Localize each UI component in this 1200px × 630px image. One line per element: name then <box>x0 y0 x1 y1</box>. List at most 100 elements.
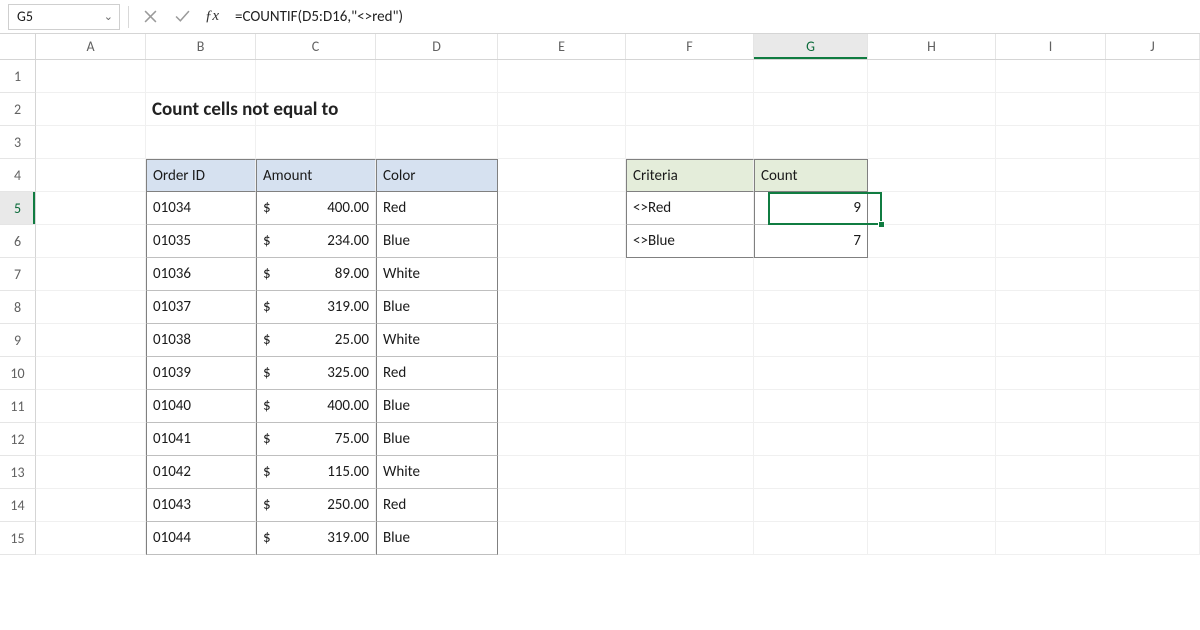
formula-input[interactable]: =COUNTIF(D5:D16,"<>red") <box>229 4 1192 30</box>
cell[interactable] <box>996 324 1106 357</box>
row-header-4[interactable]: 4 <box>0 159 36 192</box>
cell[interactable] <box>1106 225 1200 258</box>
cell[interactable] <box>868 159 996 192</box>
cell[interactable] <box>498 93 626 126</box>
table-cell-amount[interactable]: $319.00 <box>256 291 376 324</box>
select-all-corner[interactable] <box>0 34 36 59</box>
cell[interactable] <box>868 489 996 522</box>
name-box[interactable]: G5 ⌄ <box>8 4 120 30</box>
cell[interactable] <box>1106 93 1200 126</box>
fill-handle[interactable] <box>878 221 885 228</box>
table-cell-order[interactable]: 01035 <box>146 225 256 258</box>
cell[interactable] <box>754 489 868 522</box>
cell[interactable] <box>996 258 1106 291</box>
cell[interactable] <box>626 324 754 357</box>
cell[interactable] <box>376 93 498 126</box>
cell[interactable] <box>36 423 146 456</box>
cell[interactable] <box>868 357 996 390</box>
row-header-6[interactable]: 6 <box>0 225 36 258</box>
table-cell-color[interactable]: White <box>376 258 498 291</box>
page-title[interactable]: Count cells not equal to <box>146 93 256 126</box>
cell[interactable] <box>626 60 754 93</box>
cell[interactable] <box>1106 522 1200 555</box>
col-header-F[interactable]: F <box>626 34 754 59</box>
cell[interactable] <box>626 456 754 489</box>
cell[interactable] <box>626 126 754 159</box>
table-cell-amount[interactable]: $25.00 <box>256 324 376 357</box>
cell[interactable] <box>996 192 1106 225</box>
cell[interactable] <box>1106 456 1200 489</box>
cell[interactable] <box>996 357 1106 390</box>
cell[interactable] <box>754 456 868 489</box>
row-header-14[interactable]: 14 <box>0 489 36 522</box>
col-header-D[interactable]: D <box>376 34 498 59</box>
cell[interactable] <box>146 60 256 93</box>
cell[interactable] <box>36 192 146 225</box>
cell[interactable] <box>1106 489 1200 522</box>
cell[interactable] <box>868 456 996 489</box>
cell[interactable] <box>1106 126 1200 159</box>
table-cell-color[interactable]: Red <box>376 357 498 390</box>
row-header-5[interactable]: 5 <box>0 192 36 225</box>
cell[interactable] <box>498 60 626 93</box>
cell[interactable] <box>1106 60 1200 93</box>
table-cell-order[interactable]: 01041 <box>146 423 256 456</box>
cell[interactable] <box>36 60 146 93</box>
cell[interactable] <box>754 522 868 555</box>
col-header-G[interactable]: G <box>754 34 868 59</box>
table-cell-amount[interactable]: $319.00 <box>256 522 376 555</box>
cell[interactable] <box>256 126 376 159</box>
cell[interactable] <box>626 423 754 456</box>
table-cell-amount[interactable]: $115.00 <box>256 456 376 489</box>
cell[interactable] <box>1106 390 1200 423</box>
cell[interactable] <box>498 126 626 159</box>
cell[interactable] <box>754 126 868 159</box>
cell[interactable] <box>754 423 868 456</box>
table-cell-order[interactable]: 01039 <box>146 357 256 390</box>
table-cell-order[interactable]: 01042 <box>146 456 256 489</box>
cell[interactable] <box>868 126 996 159</box>
row-header-2[interactable]: 2 <box>0 93 36 126</box>
chevron-down-icon[interactable]: ⌄ <box>104 10 113 23</box>
cell[interactable] <box>626 258 754 291</box>
cell[interactable] <box>498 423 626 456</box>
table-cell-order[interactable]: 01037 <box>146 291 256 324</box>
cell[interactable] <box>996 390 1106 423</box>
row-header-12[interactable]: 12 <box>0 423 36 456</box>
cell[interactable] <box>868 291 996 324</box>
criteria-cell-criteria[interactable]: <>Blue <box>626 225 754 258</box>
table-cell-color[interactable]: White <box>376 456 498 489</box>
table-cell-color[interactable]: Blue <box>376 423 498 456</box>
table-cell-amount[interactable]: $89.00 <box>256 258 376 291</box>
cell[interactable] <box>996 456 1106 489</box>
cell[interactable] <box>498 357 626 390</box>
table-cell-order[interactable]: 01044 <box>146 522 256 555</box>
cell[interactable] <box>498 159 626 192</box>
cell[interactable] <box>754 258 868 291</box>
cell[interactable] <box>754 357 868 390</box>
table-cell-color[interactable]: Blue <box>376 390 498 423</box>
cell[interactable] <box>36 456 146 489</box>
table-cell-amount[interactable]: $325.00 <box>256 357 376 390</box>
table-header-amount[interactable]: Amount <box>256 159 376 192</box>
cell[interactable] <box>996 225 1106 258</box>
cell[interactable] <box>498 324 626 357</box>
cell[interactable] <box>36 390 146 423</box>
table-cell-order[interactable]: 01036 <box>146 258 256 291</box>
table-cell-amount[interactable]: $250.00 <box>256 489 376 522</box>
row-header-10[interactable]: 10 <box>0 357 36 390</box>
cell[interactable] <box>256 60 376 93</box>
cell[interactable] <box>36 126 146 159</box>
row-header-7[interactable]: 7 <box>0 258 36 291</box>
cell[interactable] <box>626 291 754 324</box>
table-cell-amount[interactable]: $400.00 <box>256 390 376 423</box>
cell[interactable] <box>36 489 146 522</box>
table-cell-amount[interactable]: $400.00 <box>256 192 376 225</box>
cell[interactable] <box>626 93 754 126</box>
cell[interactable] <box>868 258 996 291</box>
cell[interactable] <box>376 126 498 159</box>
table-cell-amount[interactable]: $75.00 <box>256 423 376 456</box>
cell[interactable] <box>996 93 1106 126</box>
cell[interactable] <box>376 60 498 93</box>
table-header-color[interactable]: Color <box>376 159 498 192</box>
